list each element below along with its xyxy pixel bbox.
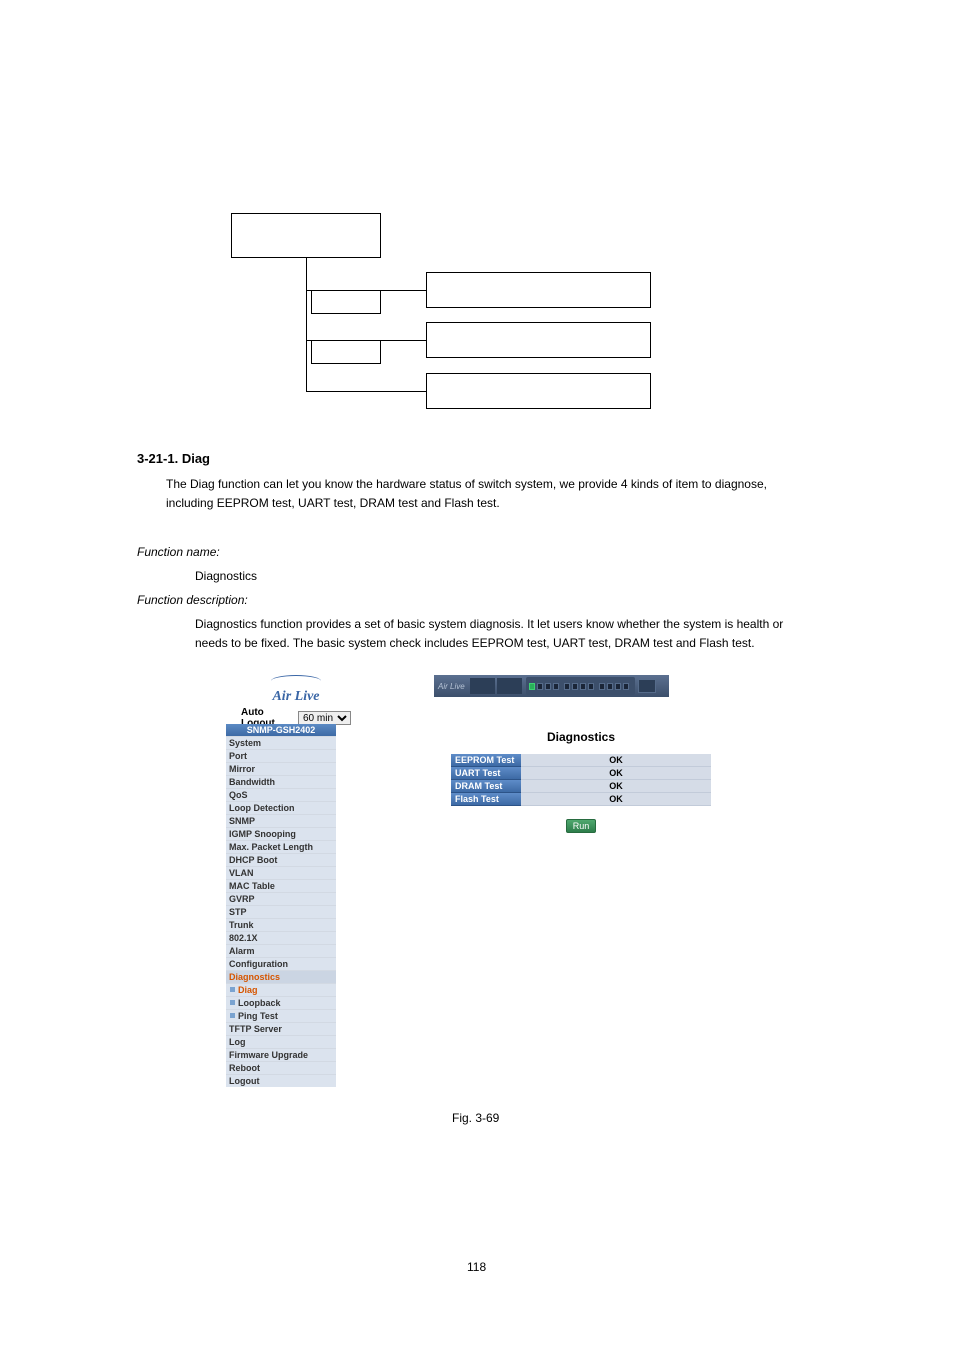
auto-logout-select[interactable]: 60 min: [298, 711, 351, 725]
brand-logo: Air Live: [241, 687, 351, 705]
port-fiber-block: [638, 679, 656, 693]
diag-row-dram: DRAM Test OK: [451, 780, 711, 793]
sidebar-item-log[interactable]: Log: [226, 1035, 336, 1048]
sidebar-item-vlan[interactable]: VLAN: [226, 866, 336, 879]
figure-caption: Fig. 3-69: [452, 1111, 499, 1125]
para-4: Function description:: [137, 591, 787, 610]
tree-node-1-small: [311, 290, 381, 314]
diag-row-flash: Flash Test OK: [451, 793, 711, 806]
section-number: 3-21-1.: [137, 451, 178, 466]
sidebar-item-diag[interactable]: Diag: [226, 983, 336, 996]
sidebar-item-configuration[interactable]: Configuration: [226, 957, 336, 970]
sidebar-item-alarm[interactable]: Alarm: [226, 944, 336, 957]
sidebar: SNMP-GSH2402 System Port Mirror Bandwidt…: [226, 724, 336, 1087]
sidebar-item-loopback[interactable]: Loopback: [226, 996, 336, 1009]
diag-label-flash: Flash Test: [451, 793, 521, 806]
tree-node-2-small: [311, 340, 381, 364]
diag-row-uart: UART Test OK: [451, 767, 711, 780]
diag-table: EEPROM Test OK UART Test OK DRAM Test OK…: [451, 754, 711, 806]
tree-branch-2-link: [381, 340, 426, 341]
para-2: Function name:: [137, 543, 787, 562]
sidebar-item-pingtest[interactable]: Ping Test: [226, 1009, 336, 1022]
sidebar-item-mirror[interactable]: Mirror: [226, 762, 336, 775]
device-banner: Air Live: [434, 675, 669, 697]
diag-row-eeprom: EEPROM Test OK: [451, 754, 711, 767]
port-led-block-2: [497, 678, 522, 694]
sidebar-item-maxpkt[interactable]: Max. Packet Length: [226, 840, 336, 853]
diag-value-flash: OK: [521, 793, 711, 806]
section-heading: 3-21-1. Diag: [137, 451, 210, 466]
tree-branch-1-link: [381, 290, 426, 291]
tree-root-box: [231, 213, 381, 258]
sidebar-item-gvrp[interactable]: GVRP: [226, 892, 336, 905]
diag-label-eeprom: EEPROM Test: [451, 754, 521, 767]
diag-value-eeprom: OK: [521, 754, 711, 767]
tree-branch-3h: [306, 391, 426, 392]
sidebar-item-firmware[interactable]: Firmware Upgrade: [226, 1048, 336, 1061]
tree-stem: [306, 258, 307, 391]
sidebar-item-snmp[interactable]: SNMP: [226, 814, 336, 827]
diag-value-dram: OK: [521, 780, 711, 793]
sidebar-header: SNMP-GSH2402: [226, 724, 336, 736]
sidebar-item-bandwidth[interactable]: Bandwidth: [226, 775, 336, 788]
tree-node-3: [426, 373, 651, 409]
sidebar-item-trunk[interactable]: Trunk: [226, 918, 336, 931]
para-3: Diagnostics: [195, 567, 795, 586]
sidebar-item-qos[interactable]: QoS: [226, 788, 336, 801]
screenshot-figure: Air Live Auto Logout 60 min Air Live SNM…: [226, 675, 728, 1005]
sidebar-item-system[interactable]: System: [226, 736, 336, 749]
content-area: Diagnostics EEPROM Test OK UART Test OK …: [434, 730, 728, 834]
sidebar-item-mactable[interactable]: MAC Table: [226, 879, 336, 892]
sidebar-item-diagnostics[interactable]: Diagnostics: [226, 970, 336, 983]
content-title: Diagnostics: [434, 730, 728, 744]
sidebar-item-igmp[interactable]: IGMP Snooping: [226, 827, 336, 840]
run-button[interactable]: Run: [566, 819, 597, 833]
diag-label-dram: DRAM Test: [451, 780, 521, 793]
section-title: Diag: [182, 451, 210, 466]
sidebar-item-reboot[interactable]: Reboot: [226, 1061, 336, 1074]
port-strip: [526, 677, 635, 695]
sidebar-item-dhcpboot[interactable]: DHCP Boot: [226, 853, 336, 866]
logo-area: Air Live Auto Logout 60 min: [241, 675, 351, 729]
sidebar-item-stp[interactable]: STP: [226, 905, 336, 918]
diag-value-uart: OK: [521, 767, 711, 780]
tree-node-1: [426, 272, 651, 308]
sidebar-item-tftp[interactable]: TFTP Server: [226, 1022, 336, 1035]
sidebar-item-loopdetection[interactable]: Loop Detection: [226, 801, 336, 814]
para-1: The Diag function can let you know the h…: [166, 475, 788, 512]
page-number: 118: [467, 1260, 486, 1274]
sidebar-item-port[interactable]: Port: [226, 749, 336, 762]
sidebar-item-8021x[interactable]: 802.1X: [226, 931, 336, 944]
diag-label-uart: UART Test: [451, 767, 521, 780]
banner-brand: Air Live: [438, 682, 468, 691]
port-led-block-1: [470, 678, 495, 694]
logo-arc: [271, 675, 321, 687]
tree-node-2: [426, 322, 651, 358]
sidebar-item-logout[interactable]: Logout: [226, 1074, 336, 1087]
para-5: Diagnostics function provides a set of b…: [195, 615, 788, 652]
